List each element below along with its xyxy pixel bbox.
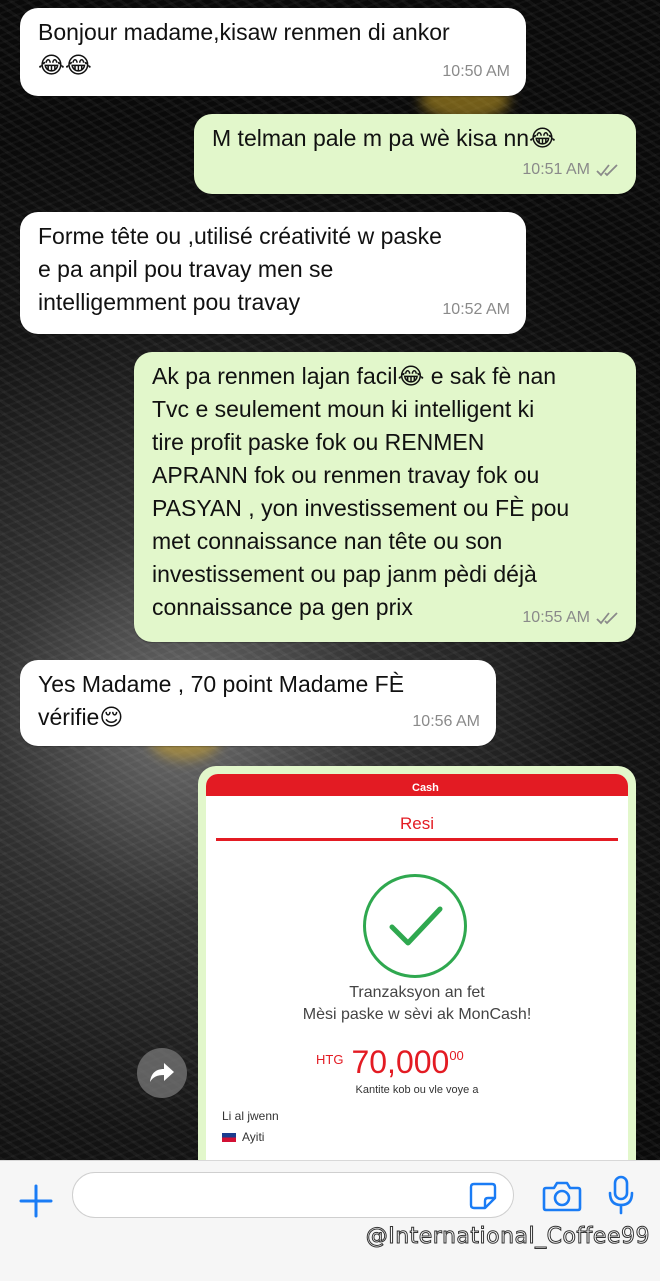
receipt-amount-cents: 00: [449, 1048, 464, 1063]
receipt-currency: HTG: [316, 1052, 344, 1067]
receipt-title: Resi: [399, 814, 434, 833]
mic-icon[interactable]: [606, 1175, 636, 1215]
message-bubble-incoming[interactable]: Yes Madame , 70 point Madame FÈ vérifie😌…: [20, 660, 496, 746]
read-ticks-icon: [596, 163, 618, 176]
message-meta: 10:52 AM: [442, 293, 510, 326]
read-ticks-icon: [596, 611, 618, 624]
receipt-status: Tranzaksyon an fet: [349, 984, 485, 1001]
moncash-receipt: Cash Resi Tranzaksyon an fet Mèsi paske …: [206, 774, 628, 1160]
sticker-icon[interactable]: [468, 1181, 498, 1211]
receipt-country-name: Ayiti: [242, 1130, 265, 1144]
receipt-brand: Cash: [412, 782, 439, 794]
message-time: 10:52 AM: [442, 301, 510, 318]
receipt-divider: [216, 838, 618, 841]
haiti-flag-icon: [222, 1132, 236, 1142]
message-meta: 10:50 AM: [442, 55, 510, 88]
message-time: 10:50 AM: [442, 63, 510, 80]
plus-icon[interactable]: [16, 1181, 56, 1221]
receipt-country: Ayiti: [222, 1130, 264, 1144]
forward-arrow-icon: [150, 1063, 174, 1082]
success-check-icon: [363, 874, 467, 978]
message-text: M telman pale m pa wè kisa nn😂: [212, 125, 556, 151]
message-bubble-incoming[interactable]: Bonjour madame,kisaw renmen di ankor 😂😂 …: [20, 8, 526, 96]
receipt-recipient-label: Li al jwenn: [222, 1109, 279, 1123]
message-input[interactable]: [72, 1172, 514, 1218]
receipt-thanks: Mèsi paske w sèvi ak MonCash!: [302, 1006, 532, 1023]
receipt-amount: HTG 70,000 00: [316, 1044, 464, 1081]
receipt-amount-caption: Kantite kob ou vle voye a: [355, 1084, 479, 1096]
message-meta: 10:55 AM: [522, 601, 620, 634]
message-meta: 10:51 AM: [522, 153, 620, 186]
image-message-receipt[interactable]: Cash Resi Tranzaksyon an fet Mèsi paske …: [198, 766, 636, 1160]
message-meta: 10:56 AM: [412, 705, 480, 738]
watermark: @International_Coffee99: [365, 1224, 650, 1250]
message-bubble-outgoing[interactable]: Ak pa renmen lajan facil😂 e sak fè nan T…: [134, 352, 636, 642]
message-time: 10:51 AM: [522, 161, 590, 178]
message-text: Forme tête ou ,utilisé créativité w pask…: [38, 223, 442, 315]
camera-icon[interactable]: [542, 1179, 582, 1213]
receipt-amount-value: 70,000: [351, 1044, 450, 1080]
forward-button[interactable]: [137, 1048, 187, 1098]
message-bubble-incoming[interactable]: Forme tête ou ,utilisé créativité w pask…: [20, 212, 526, 334]
message-text: Ak pa renmen lajan facil😂 e sak fè nan T…: [152, 363, 570, 620]
message-bubble-outgoing[interactable]: M telman pale m pa wè kisa nn😂 10:51 AM: [194, 114, 636, 194]
message-time: 10:55 AM: [522, 609, 590, 626]
message-composer: [0, 1160, 660, 1281]
message-text: Bonjour madame,kisaw renmen di ankor 😂😂: [38, 19, 450, 78]
message-time: 10:56 AM: [412, 713, 480, 730]
